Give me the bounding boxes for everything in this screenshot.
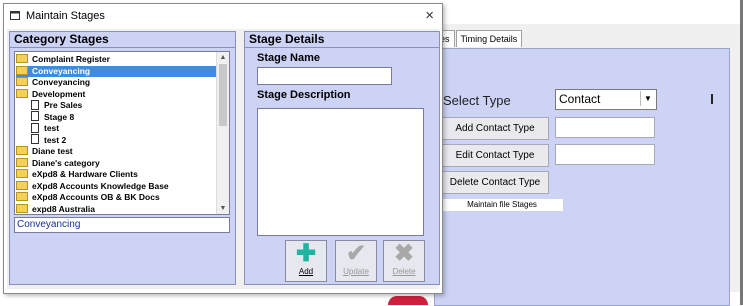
folder-icon (16, 65, 28, 75)
scroll-thumb[interactable] (219, 64, 227, 126)
select-type-label: Select Type (443, 93, 511, 108)
delete-button[interactable]: ✖ Delete (383, 240, 425, 282)
tree-item-label: Stage 8 (44, 111, 75, 122)
selected-category-field[interactable]: Conveyancing (14, 217, 230, 233)
edit-contact-type-input[interactable] (555, 144, 655, 165)
folder-icon (16, 146, 28, 156)
background-panel: Select Type Contact ▼ Add Contact Type E… (434, 48, 730, 306)
tree-folder-item[interactable]: eXpd8 Accounts OB & BK Docs (16, 192, 160, 204)
plus-icon: ✚ (295, 240, 317, 267)
stage-name-input[interactable] (257, 67, 392, 85)
stage-details-header: Stage Details (245, 32, 439, 48)
document-icon (31, 134, 39, 145)
stage-name-label: Stage Name (257, 52, 320, 64)
tree-item-label: Diane test (32, 146, 73, 156)
close-icon[interactable]: × (425, 7, 434, 24)
edit-contact-type-button[interactable]: Edit Contact Type (441, 144, 549, 167)
folder-icon (16, 203, 28, 213)
check-icon: ✔ (345, 240, 367, 267)
category-stages-header: Category Stages (10, 32, 235, 48)
folder-icon (16, 180, 28, 190)
tree-item-label: eXpd8 Accounts Knowledge Base (32, 180, 169, 191)
update-button[interactable]: ✔ Update (335, 240, 377, 282)
delete-button-label: Delete (392, 267, 416, 276)
background-tab-strip: pes Timing Details (430, 30, 523, 48)
tree-stage-item[interactable]: test 2 (31, 134, 67, 147)
partial-icon (388, 296, 428, 305)
delete-contact-type-button[interactable]: Delete Contact Type (441, 171, 549, 194)
maintain-file-stages-link[interactable]: Maintain file Stages (441, 199, 563, 211)
tree-stage-item[interactable]: test (31, 122, 60, 135)
tree-folder-item[interactable]: Complaint Register (16, 54, 110, 66)
tree-folder-item[interactable]: Conveyancing (16, 77, 90, 89)
dialog-title: Maintain Stages (26, 10, 105, 22)
type-select-value: Contact (559, 92, 601, 106)
folder-icon (16, 157, 28, 167)
tree-folder-item[interactable]: Development (16, 89, 85, 101)
maintain-stages-dialog: Maintain Stages × Category Stages expd8 … (3, 3, 443, 294)
update-button-label: Update (343, 267, 369, 276)
add-button-label: Add (298, 267, 314, 276)
tree-item-label: test (44, 123, 60, 133)
document-icon (31, 122, 39, 133)
tree-item-label: test 2 (44, 134, 67, 145)
app-icon (10, 11, 20, 20)
scroll-down-icon[interactable]: ▼ (217, 203, 229, 214)
window-edge-mark (711, 94, 713, 104)
chevron-down-icon[interactable]: ▼ (640, 91, 655, 106)
scroll-up-icon[interactable]: ▲ (217, 52, 229, 63)
add-contact-type-input[interactable] (555, 117, 655, 138)
tree-item-label: eXpd8 & Hardware Clients (32, 169, 138, 179)
tree-folder-item[interactable]: eXpd8 Accounts Knowledge Base (16, 181, 169, 193)
stage-description-textarea[interactable] (257, 108, 424, 236)
tree-item-label: eXpd8 Accounts OB & BK Docs (32, 192, 160, 202)
tree-folder-item[interactable]: Conveyancing (16, 65, 216, 77)
folder-icon (16, 54, 28, 64)
tab-timing-details[interactable]: Timing Details (455, 30, 523, 47)
folder-icon (16, 169, 28, 179)
category-tree[interactable]: expd8 Australia eXpd8 Accounts OB & BK Do… (14, 51, 230, 215)
stage-details-panel: Stage Details Stage Name Stage Descripti… (244, 31, 440, 285)
tree-scrollbar[interactable]: ▲ ▼ (216, 52, 229, 214)
tree-item-label: Conveyancing (32, 65, 91, 76)
tree-folder-item[interactable]: expd8 Australia (16, 203, 95, 215)
tree-item-label: Complaint Register (32, 54, 110, 64)
tree-item-label: Conveyancing (32, 77, 91, 87)
x-icon: ✖ (393, 240, 415, 267)
tree-folder-item[interactable]: Diane's category (16, 158, 100, 170)
folder-icon (16, 88, 28, 98)
category-stages-panel: Category Stages expd8 Australia eXpd8 Acc… (9, 31, 236, 285)
stage-description-label: Stage Description (257, 89, 351, 101)
type-select[interactable]: Contact ▼ (555, 89, 657, 110)
title-bar[interactable]: Maintain Stages × (4, 4, 442, 28)
tree-item-label: Development (32, 88, 86, 99)
tree-item-label: Diane's category (32, 157, 100, 168)
dialog-body: Category Stages expd8 Australia eXpd8 Acc… (7, 29, 440, 289)
add-contact-type-button[interactable]: Add Contact Type (441, 117, 549, 140)
folder-icon (16, 77, 28, 87)
document-icon (31, 111, 39, 122)
tree-stage-item[interactable]: Stage 8 (31, 111, 75, 124)
tree-item-label: expd8 Australia (32, 203, 95, 214)
folder-icon (16, 192, 28, 202)
tree-item-label: Pre Sales (44, 100, 83, 110)
tree-folder-item[interactable]: Diane test (16, 146, 73, 158)
add-button[interactable]: ✚ Add (285, 240, 327, 282)
tree-stage-item[interactable]: Pre Sales (31, 99, 83, 112)
tree-folder-item[interactable]: eXpd8 & Hardware Clients (16, 169, 138, 181)
background-window: pes Timing Details Select Type Contact ▼… (430, 24, 740, 306)
document-icon (31, 99, 39, 110)
